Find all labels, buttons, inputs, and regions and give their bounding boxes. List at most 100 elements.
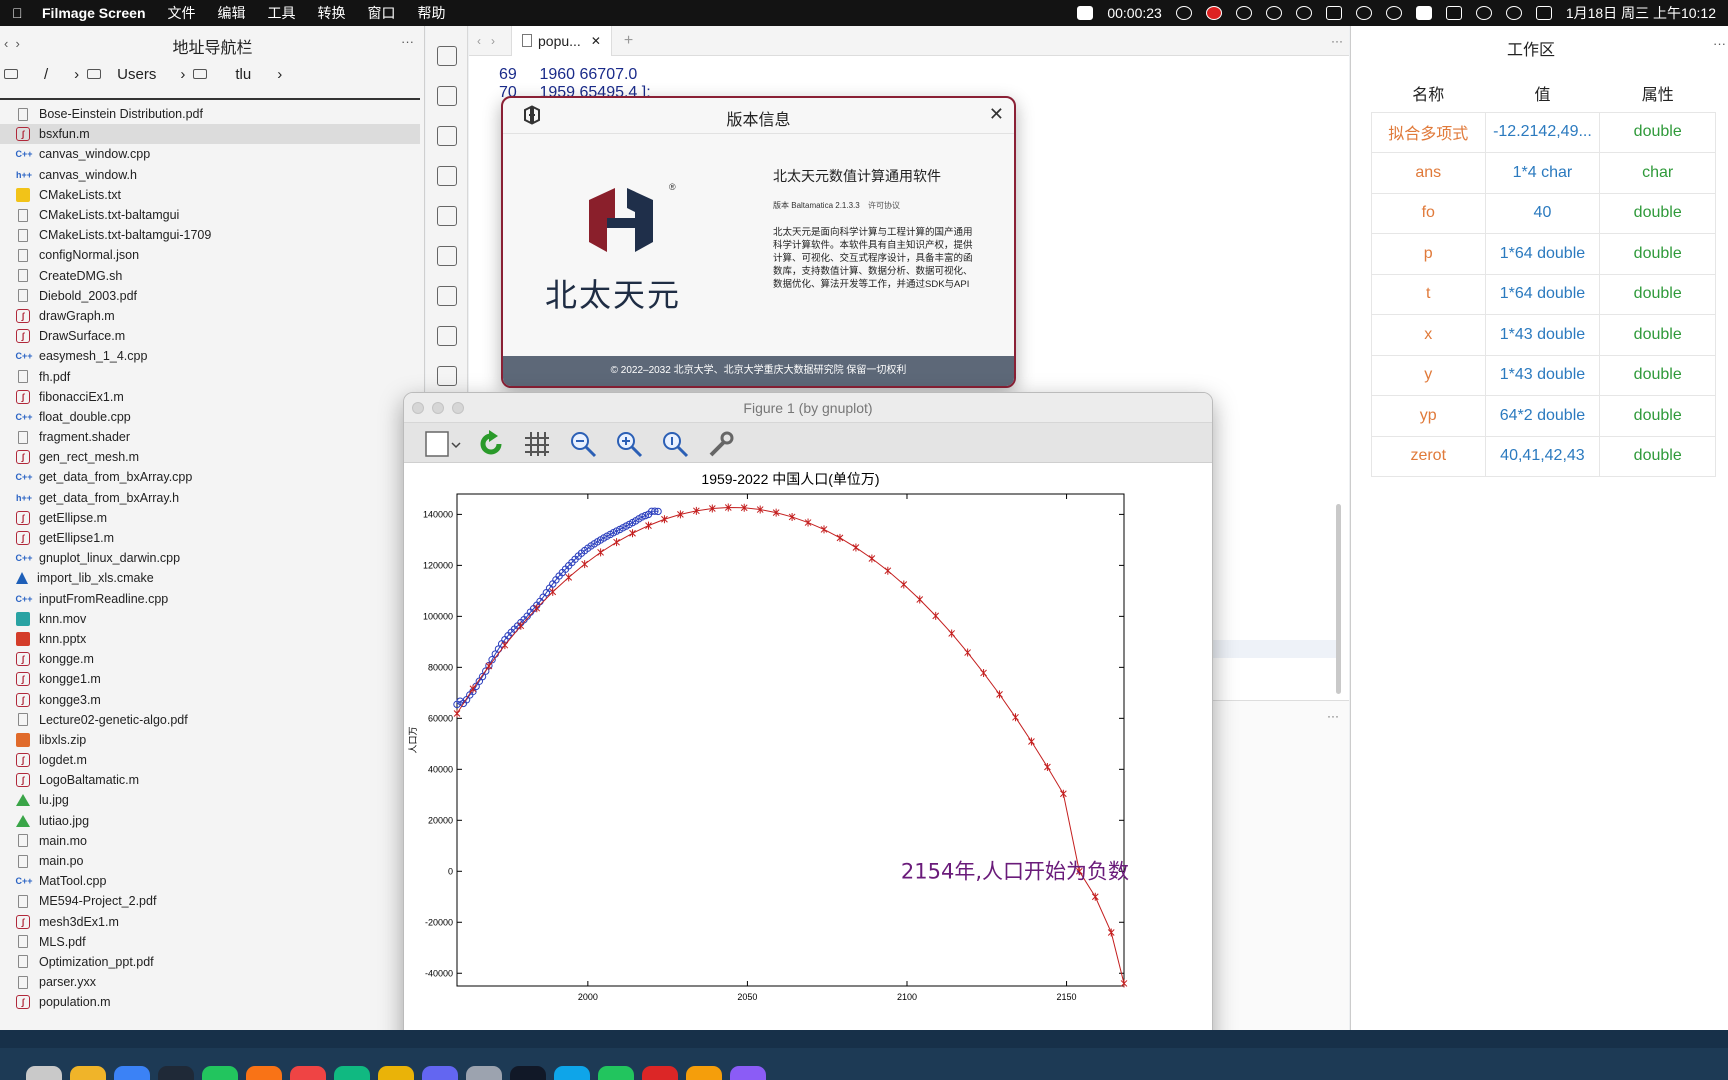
cloud-sync-icon[interactable] xyxy=(1295,6,1312,20)
command-panel-more-icon[interactable]: ··· xyxy=(1327,709,1339,723)
search-icon[interactable] xyxy=(1505,6,1522,20)
plot-area[interactable]: 1959-2022 中国人口(单位万) 人口万 -40000 -20000 0 20000… xyxy=(404,464,1212,1055)
close-tab-icon[interactable]: ✕ xyxy=(591,34,601,48)
settings-wrench-icon[interactable] xyxy=(706,429,736,459)
file-list-item[interactable]: ∫ kongge.m xyxy=(0,649,420,669)
pen-icon[interactable] xyxy=(1325,6,1342,20)
file-list-item[interactable]: ∫ gen_rect_mesh.m xyxy=(0,447,420,467)
wifi-icon[interactable] xyxy=(1475,6,1492,20)
clock-datetime[interactable]: 1月18日 周三 上午10:12 xyxy=(1566,3,1716,23)
license-link[interactable]: 许可协议 xyxy=(868,201,900,210)
column-header-attribute[interactable]: 属性 xyxy=(1600,74,1716,112)
file-list-item[interactable]: Optimization_ppt.pdf xyxy=(0,952,420,972)
dock-app-icon[interactable] xyxy=(158,1066,194,1080)
stop-record-icon[interactable] xyxy=(1205,6,1222,20)
panel-more-icon[interactable]: ··· xyxy=(401,34,414,49)
file-list-item[interactable]: ∫ drawGraph.m xyxy=(0,306,420,326)
file-list-item[interactable]: fragment.shader xyxy=(0,427,420,447)
copy-icon[interactable] xyxy=(437,246,457,266)
apple-icon[interactable]:  xyxy=(12,5,30,21)
file-list-item[interactable]: import_lib_xls.cmake xyxy=(0,568,420,588)
workspace-row[interactable]: fo 40 double xyxy=(1371,192,1716,234)
file-list-item[interactable]: CMakeLists.txt-baltamgui xyxy=(0,205,420,225)
file-list-item[interactable]: ME594-Project_2.pdf xyxy=(0,891,420,911)
save-icon[interactable] xyxy=(437,126,457,146)
file-list-item[interactable]: ∫ DrawSurface.m xyxy=(0,326,420,346)
dock-app-icon[interactable] xyxy=(334,1066,370,1080)
menu-file[interactable]: 文件 xyxy=(168,3,196,23)
file-list-item[interactable]: C++ MatTool.cpp xyxy=(0,871,420,891)
chevron-right-icon[interactable]: › xyxy=(277,66,282,83)
file-list-item[interactable]: lu.jpg xyxy=(0,790,420,810)
dock-app-icon[interactable] xyxy=(598,1066,634,1080)
file-list-item[interactable]: CreateDMG.sh xyxy=(0,266,420,286)
dock-app-icon[interactable] xyxy=(422,1066,458,1080)
workspace-row[interactable]: yp 64*2 double double xyxy=(1371,395,1716,437)
find-icon[interactable] xyxy=(437,366,457,386)
dock-app-icon[interactable] xyxy=(642,1066,678,1080)
file-list-item[interactable]: knn.pptx xyxy=(0,629,420,649)
code-line[interactable]: 69 1960 66707.0 xyxy=(499,66,637,84)
app-name-menu[interactable]: Filmage Screen xyxy=(42,5,146,21)
zoom-out-icon[interactable] xyxy=(568,429,598,459)
tab-population[interactable]: popu... ✕ xyxy=(511,25,612,56)
menu-convert[interactable]: 转换 xyxy=(318,3,346,23)
undo-icon[interactable] xyxy=(437,166,457,186)
dock-app-icon[interactable] xyxy=(510,1066,546,1080)
workspace-more-icon[interactable]: ··· xyxy=(1713,36,1726,51)
column-header-value[interactable]: 值 xyxy=(1485,74,1600,112)
editor-more-icon[interactable]: ··· xyxy=(1331,34,1343,48)
wps-icon[interactable] xyxy=(1077,6,1094,20)
file-list-item[interactable]: libxls.zip xyxy=(0,730,420,750)
dock-app-icon[interactable] xyxy=(554,1066,590,1080)
dock-app-icon[interactable] xyxy=(686,1066,722,1080)
file-list-item[interactable]: configNormal.json xyxy=(0,245,420,265)
file-list-item[interactable]: fh.pdf xyxy=(0,366,420,386)
breadcrumb-tlu[interactable]: tlu xyxy=(235,66,251,83)
file-list-item[interactable]: ∫ population.m xyxy=(0,992,420,1012)
file-list-item[interactable]: lutiao.jpg xyxy=(0,811,420,831)
add-tab-icon[interactable]: + xyxy=(624,32,633,50)
zoom-in-icon[interactable] xyxy=(614,429,644,459)
dock-app-icon[interactable] xyxy=(202,1066,238,1080)
pause-icon[interactable] xyxy=(1175,6,1192,20)
breadcrumb-root[interactable]: / xyxy=(44,66,48,83)
dock-app-icon[interactable] xyxy=(114,1066,150,1080)
close-icon[interactable]: ✕ xyxy=(989,104,1004,125)
file-list-item[interactable]: main.po xyxy=(0,851,420,871)
column-header-name[interactable]: 名称 xyxy=(1372,74,1486,112)
file-list-item[interactable]: knn.mov xyxy=(0,609,420,629)
file-list-item[interactable]: C++ get_data_from_bxArray.cpp xyxy=(0,467,420,487)
file-list-item[interactable]: C++ float_double.cpp xyxy=(0,407,420,427)
file-list-item[interactable]: C++ easymesh_1_4.cpp xyxy=(0,346,420,366)
menu-window[interactable]: 窗口 xyxy=(368,3,396,23)
workspace-row[interactable]: p 1*64 double double xyxy=(1371,233,1716,275)
new-file-icon[interactable] xyxy=(437,46,457,66)
file-list-item[interactable]: ∫ fibonacciEx1.m xyxy=(0,387,420,407)
menu-help[interactable]: 帮助 xyxy=(418,3,446,23)
file-list-item[interactable]: ∫ logdet.m xyxy=(0,750,420,770)
tab-nav-arrows[interactable]: ‹ › xyxy=(477,34,495,48)
paste-icon[interactable] xyxy=(437,286,457,306)
input-method-icon[interactable] xyxy=(1415,6,1432,20)
open-folder-icon[interactable] xyxy=(437,86,457,106)
file-list-item[interactable]: h++ canvas_window.h xyxy=(0,165,420,185)
wechat-icon[interactable] xyxy=(1265,6,1282,20)
workspace-row[interactable]: 拟合多项式 -12.2142,49... double xyxy=(1371,111,1716,153)
dock-app-icon[interactable] xyxy=(290,1066,326,1080)
file-list-item[interactable]: ∫ bsxfun.m xyxy=(0,124,420,145)
editor-scrollbar[interactable] xyxy=(1336,504,1341,694)
file-list-item[interactable]: C++ canvas_window.cpp xyxy=(0,144,420,164)
file-list-item[interactable]: main.mo xyxy=(0,831,420,851)
cut-icon[interactable] xyxy=(437,326,457,346)
file-list-item[interactable]: C++ inputFromReadline.cpp xyxy=(0,589,420,609)
file-list-item[interactable]: ∫ kongge3.m xyxy=(0,689,420,709)
file-list-item[interactable]: Lecture02-genetic-algo.pdf xyxy=(0,710,420,730)
control-center-icon[interactable] xyxy=(1535,6,1552,20)
export-icon[interactable] xyxy=(422,429,462,459)
workspace-row[interactable]: x 1*43 double double xyxy=(1371,314,1716,356)
file-list-item[interactable]: ∫ getEllipse1.m xyxy=(0,528,420,548)
refresh-icon[interactable] xyxy=(476,429,506,459)
menu-tools[interactable]: 工具 xyxy=(268,3,296,23)
file-list-item[interactable]: h++ get_data_from_bxArray.h xyxy=(0,488,420,508)
